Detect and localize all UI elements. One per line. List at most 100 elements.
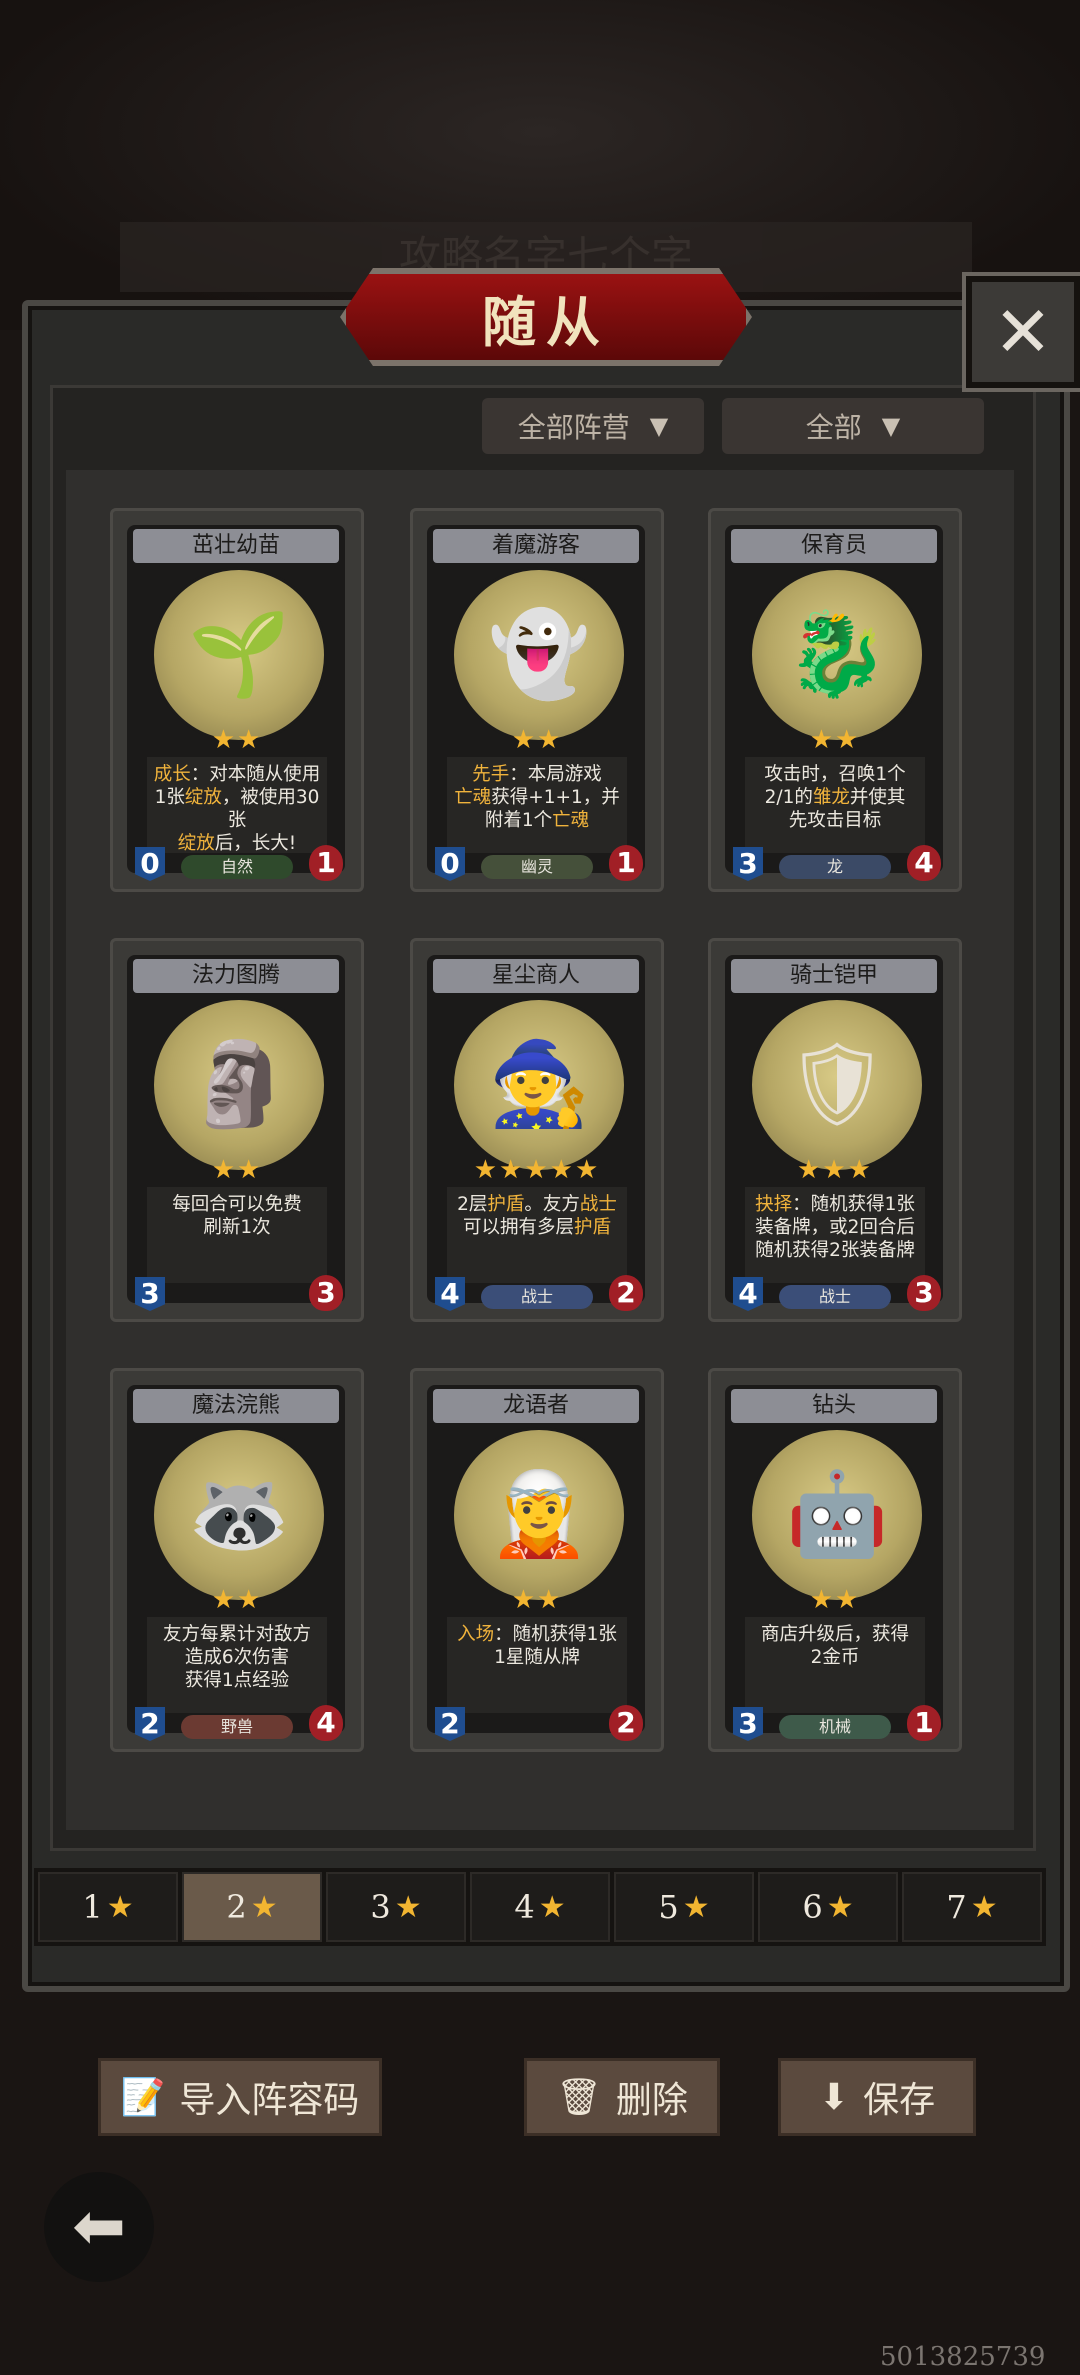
description-line: 可以拥有多层护盾 <box>462 1217 612 1238</box>
caretaker-icon: 🐉 <box>749 567 925 743</box>
attack-value: 0 <box>435 847 465 881</box>
star-rating: ★★ <box>809 1585 861 1615</box>
minion-card[interactable]: 骑士铠甲 🛡 ★★★ 抉择：随机获得1张 装备牌，或2回合后 随机获得2张装备牌 4 战士 3 <box>708 938 962 1322</box>
tier-number: 7 <box>946 1888 967 1926</box>
haunted-tourist-icon: 👻 <box>451 567 627 743</box>
description-line: 亡魂获得+1+1，并 <box>454 787 620 808</box>
minion-card[interactable]: 钻头 🤖 ★★ 商店升级后，获得 2金币 3 机械 1 <box>708 1368 962 1752</box>
star-icon: ★ <box>394 1889 422 1925</box>
health-value: 1 <box>609 845 643 881</box>
tier-tab-4[interactable]: 4 ★ <box>470 1872 610 1942</box>
health-value: 1 <box>907 1705 941 1741</box>
star-icon: ★ <box>826 1889 854 1925</box>
sprout-icon: 🌱 <box>151 567 327 743</box>
card-description: 每回合可以免费 刷新1次 <box>147 1187 327 1283</box>
back-button[interactable]: ⬅ <box>44 2172 154 2282</box>
tier-tab-3[interactable]: 3 ★ <box>326 1872 466 1942</box>
tier-tabs: 1 ★ 2 ★ 3 ★ 4 ★ 5 ★ 6 ★ 7 ★ <box>34 1868 1046 1946</box>
description-line: 绽放后，长大! <box>177 833 297 854</box>
health-value: 3 <box>309 1275 343 1311</box>
card-description: 入场：随机获得1张 1星随从牌 <box>447 1617 627 1713</box>
tier-number: 4 <box>514 1888 535 1926</box>
star-icon: ★ <box>682 1889 710 1925</box>
minion-card[interactable]: 魔法浣熊 🦝 ★★ 友方每累计对敌方 造成6次伤害 获得1点经验 2 野兽 4 <box>110 1368 364 1752</box>
minion-card[interactable]: 着魔游客 👻 ★★ 先手：本局游戏 亡魂获得+1+1，并 附着1个亡魂 0 幽灵 1 <box>410 508 664 892</box>
card-name: 龙语者 <box>433 1389 639 1423</box>
minion-card[interactable]: 法力图腾 🗿 ★★ 每回合可以免费 刷新1次 3 3 <box>110 938 364 1322</box>
faction-filter-dropdown[interactable]: 全部阵营 ▼ <box>482 398 704 454</box>
card-art: 🦝 <box>187 1467 291 1562</box>
card-art: 🧝 <box>487 1467 591 1562</box>
title-banner: 随从 <box>340 268 752 366</box>
minion-card[interactable]: 星尘商人 🧙 ★★★★★ 2层护盾。友方战士 可以拥有多层护盾 4 战士 2 <box>410 938 664 1322</box>
trash-icon: 🗑 <box>556 2077 602 2118</box>
card-art: 🗿 <box>187 1037 291 1132</box>
tribe-badge: 幽灵 <box>481 855 593 879</box>
minion-card[interactable]: 茁壮幼苗 🌱 ★★ 成长：对本随从使用 1张绽放，被使用30张 绽放后，长大! 0 自然 1 <box>110 508 364 892</box>
card-name: 魔法浣熊 <box>133 1389 339 1423</box>
card-art: 🧙 <box>487 1037 591 1132</box>
description-line: 造成6次伤害 <box>184 1647 290 1668</box>
close-icon: ✕ <box>993 291 1053 373</box>
description-line: 2金币 <box>810 1647 860 1668</box>
tier-tab-5[interactable]: 5 ★ <box>614 1872 754 1942</box>
minion-card[interactable]: 保育员 🐉 ★★ 攻击时，召唤1个 2/1的雏龙并使其 先攻击目标 3 龙 4 <box>708 508 962 892</box>
tribe-badge: 野兽 <box>181 1715 293 1739</box>
back-arrow-icon: ⬅ <box>72 2190 126 2264</box>
star-icon: ★ <box>970 1889 998 1925</box>
tribe-badge: 自然 <box>181 855 293 879</box>
card-art: 🌱 <box>187 607 291 702</box>
type-filter-dropdown[interactable]: 全部 ▼ <box>722 398 984 454</box>
card-description: 商店升级后，获得 2金币 <box>745 1617 925 1713</box>
delete-label: 删除 <box>615 2080 688 2121</box>
dragon-speaker-icon: 🧝 <box>451 1427 627 1603</box>
description-line: 刷新1次 <box>203 1217 271 1238</box>
tier-tab-1[interactable]: 1 ★ <box>38 1872 178 1942</box>
card-description: 抉择：随机获得1张 装备牌，或2回合后 随机获得2张装备牌 <box>745 1187 925 1283</box>
faction-filter-label: 全部阵营 <box>517 411 630 444</box>
card-art: 🤖 <box>785 1467 889 1562</box>
description-line: 随机获得2张装备牌 <box>755 1240 915 1261</box>
description-line: 2层护盾。友方战士 <box>457 1194 617 1215</box>
card-name: 法力图腾 <box>133 959 339 993</box>
tier-tab-6[interactable]: 6 ★ <box>758 1872 898 1942</box>
close-button[interactable]: ✕ <box>966 276 1080 388</box>
star-rating: ★★★★★ <box>473 1155 601 1185</box>
description-line: 装备牌，或2回合后 <box>755 1217 915 1238</box>
card-art: 🛡 <box>784 1037 890 1132</box>
description-line: 入场：随机获得1张 <box>457 1624 617 1645</box>
description-line: 1张绽放，被使用30张 <box>154 787 320 831</box>
import-label: 导入阵容码 <box>179 2080 360 2121</box>
page-title: 随从 <box>482 290 610 354</box>
tier-tab-7[interactable]: 7 ★ <box>902 1872 1042 1942</box>
description-line: 每回合可以免费 <box>172 1194 302 1215</box>
tribe-badge: 战士 <box>481 1285 593 1309</box>
description-line: 抉择：随机获得1张 <box>755 1194 915 1215</box>
star-rating: ★★★ <box>797 1155 873 1185</box>
description-line: 2/1的雏龙并使其 <box>764 787 906 808</box>
star-rating: ★★ <box>211 725 263 755</box>
card-name: 保育员 <box>731 529 937 563</box>
dropdown-arrow-icon: ▼ <box>649 412 669 440</box>
stardust-merchant-icon: 🧙 <box>451 997 627 1173</box>
save-button[interactable]: ⬇ 保存 <box>778 2058 976 2136</box>
attack-value: 3 <box>733 1707 763 1741</box>
card-name: 骑士铠甲 <box>731 959 937 993</box>
attack-value: 4 <box>733 1277 763 1311</box>
description-line: 附着1个亡魂 <box>484 810 590 831</box>
watermark: 5013825739 <box>880 2342 1046 2372</box>
delete-button[interactable]: 🗑 删除 <box>524 2058 720 2136</box>
description-line: 获得1点经验 <box>184 1670 290 1691</box>
tier-tab-2[interactable]: 2 ★ <box>182 1872 322 1942</box>
tier-number: 1 <box>82 1888 103 1926</box>
minion-card[interactable]: 龙语者 🧝 ★★ 入场：随机获得1张 1星随从牌 2 2 <box>410 1368 664 1752</box>
import-lineup-button[interactable]: 📝 导入阵容码 <box>98 2058 382 2136</box>
description-line: 友方每累计对敌方 <box>162 1624 311 1645</box>
attack-value: 2 <box>135 1707 165 1741</box>
description-line: 1星随从牌 <box>494 1647 580 1668</box>
tier-number: 5 <box>658 1888 679 1926</box>
tribe-badge: 龙 <box>779 855 891 879</box>
star-rating: ★★ <box>211 1155 263 1185</box>
attack-value: 0 <box>135 847 165 881</box>
star-rating: ★★ <box>809 725 861 755</box>
